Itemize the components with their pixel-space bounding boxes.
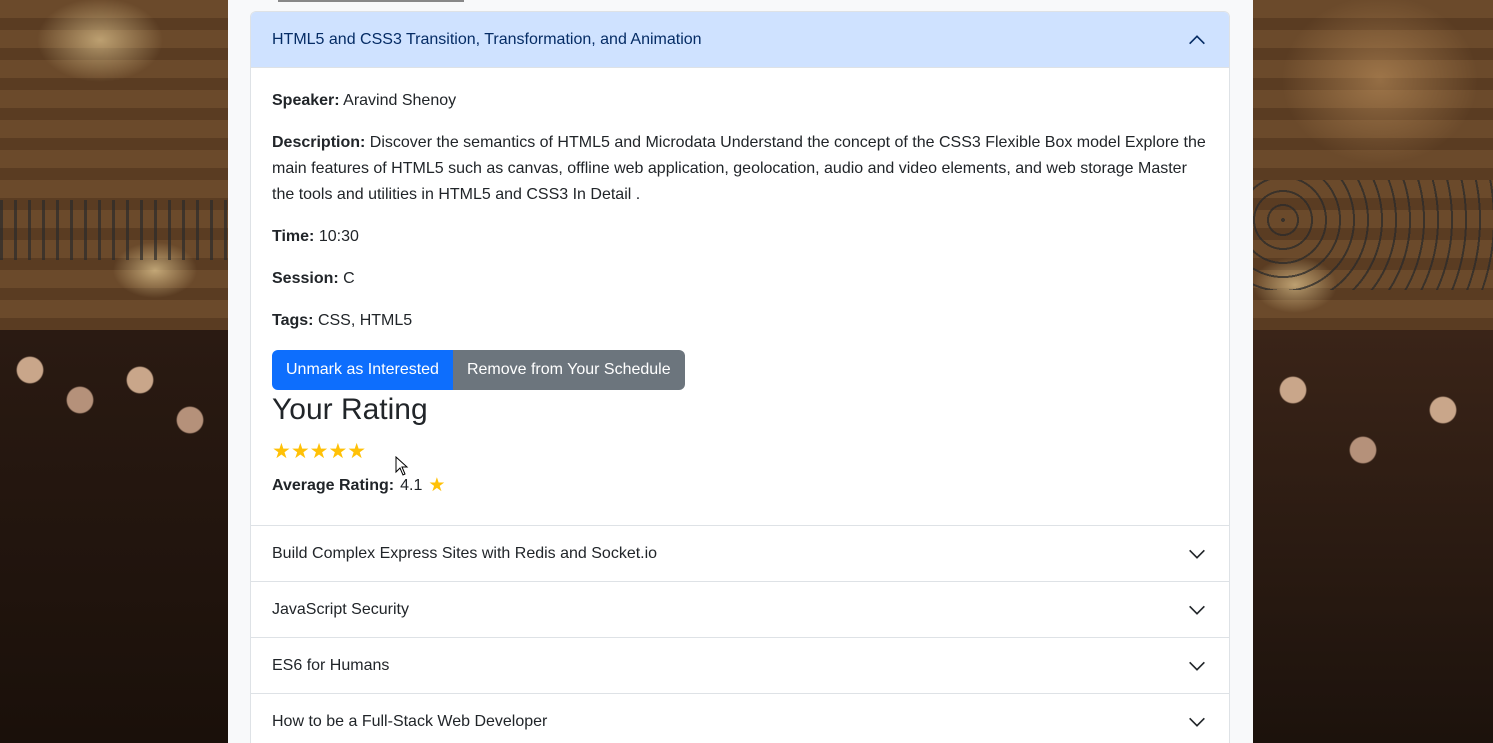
tags-row: Tags: CSS, HTML5 [272,308,1208,334]
session-title: HTML5 and CSS3 Transition, Transformatio… [272,30,702,48]
chevron-down-icon [1189,661,1205,671]
session-value: C [343,270,355,287]
chevron-down-icon [1189,717,1205,727]
session-header-html5-css3[interactable]: HTML5 and CSS3 Transition, Transformatio… [251,12,1229,68]
background-balcony-right [1253,180,1493,290]
speaker-label: Speaker: [272,92,340,109]
time-row: Time: 10:30 [272,224,1208,250]
session-title: JavaScript Security [272,600,409,618]
tags-label: Tags: [272,312,314,329]
average-rating-value: 4.1 [400,476,423,494]
action-buttons: Unmark as Interested Remove from Your Sc… [272,350,1208,390]
time-label: Time: [272,228,315,245]
session-title: ES6 for Humans [272,656,390,674]
session-row: Session: C [272,266,1208,292]
speaker-value: Aravind Shenoy [343,92,457,109]
mouse-cursor-icon [395,456,409,476]
description-value: Discover the semantics of HTML5 and Micr… [272,134,1206,203]
session-header-es6-for-humans[interactable]: ES6 for Humans [251,638,1229,694]
time-value: 10:30 [318,228,359,245]
description-row: Description: Discover the semantics of H… [272,130,1208,208]
session-title: Build Complex Express Sites with Redis a… [272,544,658,562]
remove-from-schedule-button[interactable]: Remove from Your Schedule [452,350,685,390]
star-icon: ★ [428,475,446,496]
average-rating-label: Average Rating: [272,476,395,494]
chevron-up-icon [1189,34,1205,44]
tags-value: CSS, HTML5 [317,312,413,329]
chevron-down-icon [1189,549,1205,559]
session-header-javascript-security[interactable]: JavaScript Security [251,582,1229,638]
speaker-row: Speaker: Aravind Shenoy [272,88,1208,114]
background-balcony-left [0,200,230,260]
session-header-full-stack[interactable]: How to be a Full-Stack Web Developer [251,694,1229,743]
session-label: Session: [272,270,339,287]
description-label: Description: [272,134,366,151]
session-header-express-redis[interactable]: Build Complex Express Sites with Redis a… [251,526,1229,582]
your-rating-stars[interactable]: ★★★★★ [272,440,1208,464]
your-rating-heading: Your Rating [272,393,428,426]
average-rating: Average Rating: 4.1 ★ [272,474,1208,497]
chevron-down-icon [1189,605,1205,615]
sessions-accordion: HTML5 and CSS3 Transition, Transformatio… [250,11,1230,743]
session-title: How to be a Full-Stack Web Developer [272,712,548,730]
unmark-interested-button[interactable]: Unmark as Interested [272,350,453,390]
top-tab-indicator [278,0,464,2]
